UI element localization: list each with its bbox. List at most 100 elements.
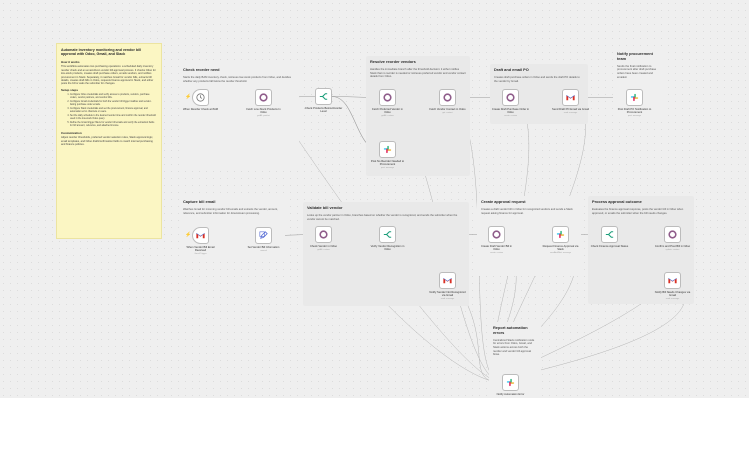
node-label: Fetch Low-Stock Products In Odoo getAll: …	[245, 108, 283, 117]
node-n5[interactable]	[379, 141, 396, 158]
sticky-description: Sends the final notification to procurem…	[617, 64, 657, 79]
node-n8[interactable]	[562, 89, 579, 106]
node-subtitle: sendAndWait: message	[549, 251, 572, 254]
slack-icon	[382, 144, 393, 155]
node-subtitle: send: message	[440, 297, 455, 300]
how-heading: How it works	[61, 59, 80, 64]
node-n15[interactable]	[488, 226, 505, 243]
node-label: Set Vendor Bill Information manual	[245, 246, 283, 252]
odoo-icon	[667, 229, 678, 240]
node-label: When Vendor Bill Email Received Gmail Tri…	[182, 246, 220, 255]
node-label: Confirm and Post Bill in Odoo update: cus…	[654, 245, 692, 251]
setup-step: Configure Slack credentials and set the …	[70, 108, 157, 114]
node-title: Confirm and Post Bill in Odoo	[654, 245, 691, 248]
node-label: Fetch Preferred Vendor in Odoo getAll: cu…	[369, 108, 407, 117]
gmail-icon	[442, 275, 453, 286]
overview-title: Automate inventory monitoring and vendor…	[61, 48, 142, 57]
odoo-icon	[258, 92, 269, 103]
node-title: When Reorder Check at 8AM	[182, 108, 219, 111]
set-icon	[258, 230, 269, 241]
node-title: Request Finance Approval via Slack	[542, 245, 579, 252]
node-n10[interactable]	[192, 227, 209, 244]
node-n13[interactable]	[379, 226, 396, 243]
node-subtitle: create: custom	[503, 114, 518, 117]
customization-text: Adjust reorder thresholds, preferred ven…	[61, 136, 154, 147]
node-label: Check Products Below Reorder Level	[305, 107, 343, 113]
node-label: Notify Bill Needs Changes via Gmail send:…	[654, 291, 692, 300]
node-subtitle: getAll: product	[257, 114, 270, 117]
sticky-title: Capture bill email	[183, 199, 216, 204]
node-n2[interactable]	[255, 89, 272, 106]
node-n12[interactable]	[315, 226, 332, 243]
odoo-icon	[382, 92, 393, 103]
clock-icon	[195, 92, 206, 103]
gmail-icon	[565, 92, 576, 103]
node-n1[interactable]	[192, 89, 209, 106]
node-label: Request Finance Approval via Slack sendAn…	[542, 245, 580, 254]
if-icon	[318, 91, 329, 102]
sticky-description: Evaluates the finance approval response,…	[592, 207, 684, 215]
node-title: Check Products Below Reorder Level	[304, 107, 343, 114]
node-label: Notify Automation Error	[492, 393, 530, 396]
node-label: Fetch Vendor Contact in Odoo get: contact	[429, 108, 467, 114]
node-n20[interactable]	[502, 374, 519, 391]
how-text: This workflow automates two purchasing o…	[61, 65, 156, 86]
if-icon	[604, 229, 615, 240]
sticky-title: Notify procurement team	[617, 51, 653, 61]
node-n18[interactable]	[664, 226, 681, 243]
node-title: Create Draft Purchase Order in Odoo	[491, 108, 530, 115]
node-subtitle: Gmail Trigger	[194, 252, 207, 255]
setup-step: Define the Gmail trigger filters for ven…	[70, 122, 157, 128]
node-n4[interactable]	[379, 89, 396, 106]
sticky-title: Validate bill vendor	[307, 205, 343, 210]
node-subtitle: post: message	[380, 166, 394, 169]
node-n3[interactable]	[315, 88, 332, 105]
workflow-canvas[interactable]: Check reorder need Starts the daily BAM i…	[0, 0, 749, 398]
node-title: Post Draft PO Notification to Procuremen…	[617, 108, 652, 115]
node-subtitle: getAll: custom	[317, 248, 330, 251]
node-title: Set Vendor Bill Information	[247, 246, 280, 249]
node-n11[interactable]	[255, 227, 272, 244]
node-label: Send Draft PO Email via Gmail send: messa…	[552, 108, 590, 114]
node-label: Create Draft Vendor Bill in Odoo create: …	[478, 245, 516, 254]
node-subtitle: get: contact	[442, 111, 453, 114]
sticky-title: Draft and email PO	[494, 67, 529, 72]
node-n16[interactable]	[552, 226, 569, 243]
customization-heading: Customization	[61, 130, 82, 135]
node-label: Check Finance Approval Status	[591, 245, 629, 248]
sticky-title: Resolve reorder vendors	[370, 59, 416, 64]
node-n19[interactable]	[664, 272, 681, 289]
sticky-description: Starts the daily BAM inventory check, re…	[183, 75, 291, 83]
setup-heading: Setup steps	[61, 88, 79, 93]
node-title: Send Draft PO Email via Gmail	[552, 108, 589, 111]
node-title: Notify Automation Error	[496, 393, 525, 396]
slack-icon	[505, 377, 516, 388]
odoo-icon	[318, 229, 329, 240]
sticky-title: Process approval outcome	[592, 199, 642, 204]
slack-icon	[629, 92, 640, 103]
sticky-description: Watches Gmail for incoming vendor bill e…	[183, 207, 278, 215]
node-n6[interactable]	[439, 89, 456, 106]
odoo-icon	[505, 92, 516, 103]
node-n14[interactable]	[439, 272, 456, 289]
node-label: Post Draft PO Notification to Procuremen…	[616, 108, 654, 117]
slack-icon	[555, 229, 566, 240]
node-title: Check Finance Approval Status	[590, 245, 629, 248]
node-title: Verify Vendor Recognition in Odoo	[370, 245, 405, 252]
node-title: Fetch Preferred Vendor in Odoo	[372, 108, 403, 115]
node-n17[interactable]	[601, 226, 618, 243]
if-icon	[382, 229, 393, 240]
sticky-description: Centralized Slack notification node for …	[493, 338, 535, 357]
node-n9[interactable]	[626, 89, 643, 106]
node-subtitle: post: message	[627, 114, 641, 117]
node-title: When Vendor Bill Email Received	[186, 246, 215, 253]
sticky-title: Create approval request	[481, 199, 526, 204]
node-subtitle: manual	[260, 249, 267, 252]
sticky-description: Looks up the vendor partner in Odoo, bra…	[307, 213, 458, 221]
node-title: Check Vendor in Odoo	[309, 245, 338, 248]
node-n7[interactable]	[502, 89, 519, 106]
node-title: Post No Reorder Needed to Procurement	[370, 160, 405, 167]
node-title: Notify Bill Needs Changes via Gmail	[654, 291, 691, 298]
sticky-title: Report automation errors	[493, 325, 528, 335]
setup-step: Set the daily schedule to the desired re…	[70, 115, 157, 121]
